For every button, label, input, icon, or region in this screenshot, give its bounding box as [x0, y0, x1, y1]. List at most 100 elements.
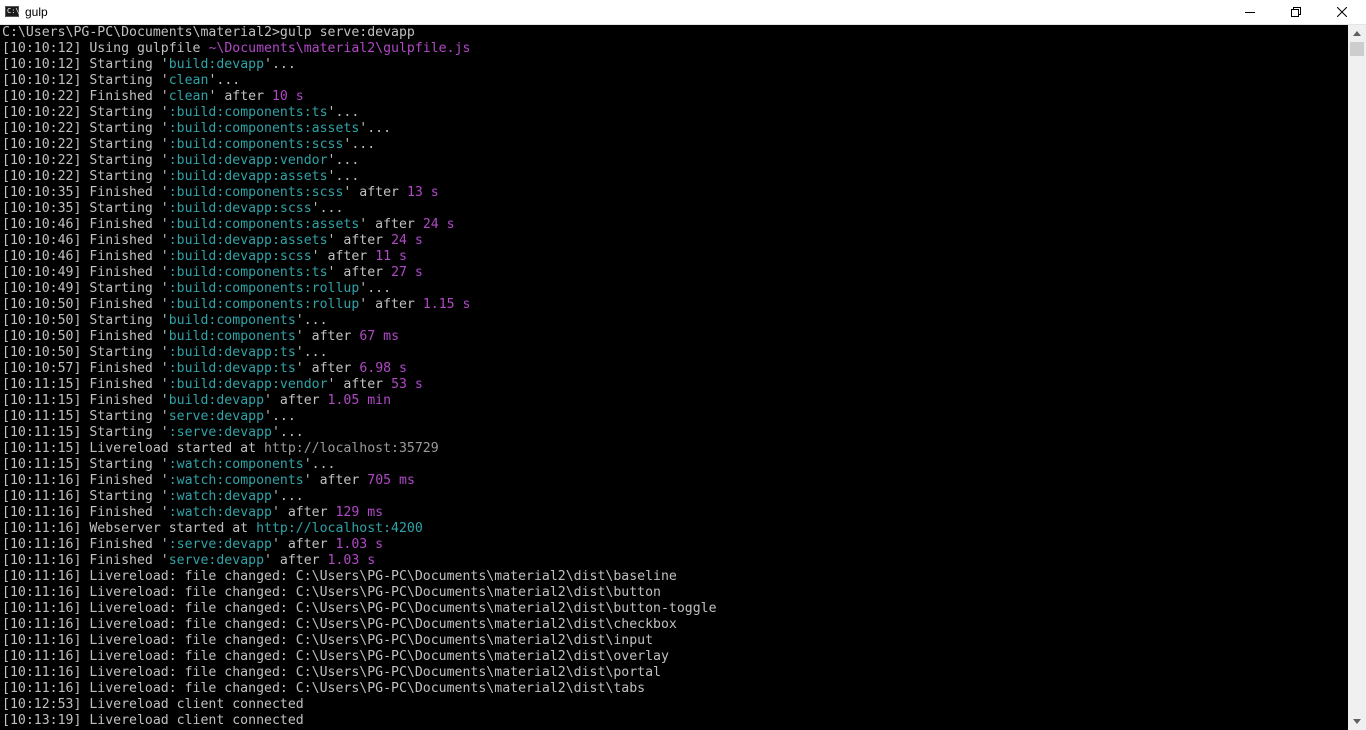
terminal-line: [10:11:16] Finished ':serve:devapp' afte…	[2, 537, 383, 553]
terminal-text-segment: [10:11:16] Livereload: file changed: C:\…	[2, 633, 654, 648]
terminal-text-segment: clean	[168, 89, 209, 104]
terminal-text-segment: ' after	[295, 361, 360, 376]
terminal-line: [10:10:57] Finished ':build:devapp:ts' a…	[2, 361, 407, 377]
terminal-line: [10:11:16] Starting ':watch:devapp'...	[2, 489, 304, 505]
vertical-scrollbar[interactable]	[1348, 25, 1366, 730]
terminal-text-segment: [10:10:50] Finished '	[2, 297, 169, 312]
terminal-text-segment: '...	[327, 153, 360, 168]
terminal-text-segment: ' after	[208, 89, 272, 104]
terminal-line: [10:10:12] Using gulpfile ~\Documents\ma…	[2, 41, 470, 57]
terminal-text-segment: '...	[271, 489, 304, 504]
terminal-line: [10:10:35] Finished ':build:components:s…	[2, 185, 439, 201]
terminal-text-segment: ' after	[295, 329, 360, 344]
terminal-text-segment: :build:components:scss	[168, 185, 344, 200]
terminal-text-segment: 1.15 s	[422, 297, 471, 312]
terminal-line: [10:11:15] Starting ':serve:devapp'...	[2, 425, 304, 441]
terminal-text-segment: ' after	[359, 217, 423, 232]
terminal-text-segment: 10 s	[271, 89, 304, 104]
terminal-text-segment: [10:10:50] Finished '	[2, 329, 169, 344]
terminal-text-segment: 24 s	[422, 217, 455, 232]
terminal-text-segment: 24 s	[391, 233, 423, 248]
terminal-line: [10:11:16] Livereload: file changed: C:\…	[2, 681, 645, 697]
scrollbar-thumb[interactable]	[1350, 42, 1364, 56]
terminal-text-segment: 13 s	[406, 185, 439, 200]
terminal-text-segment: [10:10:12] Starting '	[2, 57, 169, 72]
terminal-text-segment: ' after	[343, 185, 407, 200]
terminal-text-segment: ' after	[311, 249, 376, 264]
terminal-text-segment: 67 ms	[359, 329, 400, 344]
terminal-text-segment: [10:10:22] Starting '	[2, 153, 169, 168]
terminal-text-segment: :serve:devapp	[168, 537, 272, 552]
terminal-text-segment: :build:components:assets	[168, 121, 360, 136]
terminal-text-segment: ~\Documents\material2\gulpfile.js	[208, 41, 471, 56]
terminal-line: [10:10:46] Finished ':build:devapp:scss'…	[2, 249, 407, 265]
terminal-text-segment: [10:11:15] Starting '	[2, 457, 169, 472]
restore-icon	[1291, 7, 1301, 17]
title-bar[interactable]: C:\ gulp	[0, 0, 1366, 25]
terminal-text-segment: :build:devapp:vendor	[168, 153, 328, 168]
terminal-text-segment: [10:11:16] Finished '	[2, 537, 169, 552]
terminal-text-segment: [10:11:16] Livereload: file changed: C:\…	[2, 665, 661, 680]
terminal-text-segment: 6.98 s	[359, 361, 407, 376]
terminal-text-segment: clean	[168, 73, 209, 88]
restore-button[interactable]	[1273, 0, 1319, 24]
terminal-line: [10:11:16] Livereload: file changed: C:\…	[2, 665, 661, 681]
terminal-text-segment: :watch:components	[168, 457, 304, 472]
console-window: C:\ gulp C:\Users\PG-PC\Documents\materi…	[0, 0, 1366, 730]
console-icon[interactable]: C:\	[5, 6, 20, 17]
scroll-down-arrow-icon	[1353, 719, 1361, 724]
terminal-line: [10:10:12] Starting 'build:devapp'...	[2, 57, 296, 73]
terminal-text-segment: 1.03 s	[327, 553, 376, 568]
terminal-text-segment: [10:10:50] Starting '	[2, 345, 169, 360]
terminal-text-segment: :build:components:rollup	[168, 297, 360, 312]
terminal-text-segment: 705 ms	[367, 473, 415, 488]
close-button[interactable]	[1319, 0, 1365, 24]
terminal-text-segment: [10:10:12] Using gulpfile	[2, 41, 209, 56]
terminal-text-segment: '...	[295, 345, 328, 360]
terminal-text-segment: [10:11:16] Livereload: file changed: C:\…	[2, 649, 669, 664]
terminal-text-segment: [10:10:35] Starting '	[2, 201, 169, 216]
terminal-text-segment: [10:11:16] Livereload: file changed: C:\…	[2, 617, 677, 632]
terminal-text-segment: '...	[271, 425, 304, 440]
terminal-line: [10:11:16] Finished ':watch:devapp' afte…	[2, 505, 383, 521]
terminal-text-segment: [10:10:22] Starting '	[2, 169, 169, 184]
terminal-text-segment: :build:devapp:scss	[168, 249, 312, 264]
terminal-output[interactable]: C:\Users\PG-PC\Documents\material2>gulp …	[0, 25, 1348, 730]
terminal-text-segment: 11 s	[375, 249, 407, 264]
terminal-line: [10:10:49] Finished ':build:components:t…	[2, 265, 423, 281]
terminal-text-segment: 53 s	[391, 377, 423, 392]
terminal-line: [10:11:15] Starting ':watch:components'.…	[2, 457, 335, 473]
terminal-line: [10:10:22] Starting ':build:devapp:asset…	[2, 169, 359, 185]
terminal-text-segment: serve:devapp	[168, 409, 265, 424]
terminal-line: [10:10:22] Finished 'clean' after 10 s	[2, 89, 304, 105]
terminal-line: [10:11:16] Livereload: file changed: C:\…	[2, 617, 677, 633]
terminal-text-segment: [10:11:16] Finished '	[2, 505, 169, 520]
terminal-text-segment: :watch:components	[168, 473, 304, 488]
terminal-text-segment: '...	[264, 409, 296, 424]
terminal-text-segment: '...	[264, 57, 296, 72]
terminal-text-segment: :build:components:ts	[168, 105, 328, 120]
terminal-text-segment: [10:11:15] Starting '	[2, 425, 169, 440]
terminal-text-segment: '...	[359, 281, 392, 296]
terminal-text-segment: '...	[303, 457, 336, 472]
close-icon	[1337, 7, 1347, 17]
terminal-text-segment: build:components	[168, 313, 296, 328]
minimize-button[interactable]	[1227, 0, 1273, 24]
terminal-text-segment: [10:10:49] Finished '	[2, 265, 169, 280]
terminal-text-segment: ' after	[303, 473, 368, 488]
terminal-text-segment: ' after	[359, 297, 423, 312]
terminal-text-segment: [10:10:46] Finished '	[2, 217, 169, 232]
terminal-line: [10:10:35] Starting ':build:devapp:scss'…	[2, 201, 343, 217]
terminal-line: [10:12:53] Livereload client connected	[2, 697, 304, 713]
terminal-text-segment: :serve:devapp	[168, 425, 272, 440]
terminal-text-segment: [10:11:15] Finished '	[2, 393, 169, 408]
scroll-down-button[interactable]	[1348, 713, 1366, 730]
terminal-text-segment: [10:10:35] Finished '	[2, 185, 169, 200]
terminal-text-segment: http://localhost:35729	[264, 441, 439, 456]
terminal-text-segment: '...	[311, 201, 344, 216]
terminal-text-segment: build:devapp	[168, 57, 265, 72]
terminal-line: C:\Users\PG-PC\Documents\material2>gulp …	[2, 25, 415, 41]
scroll-up-button[interactable]	[1348, 25, 1366, 42]
terminal-text-segment: [10:11:16] Webserver started at	[2, 521, 257, 536]
terminal-text-segment: C:\Users\PG-PC\Documents\material2>gulp …	[2, 25, 415, 40]
